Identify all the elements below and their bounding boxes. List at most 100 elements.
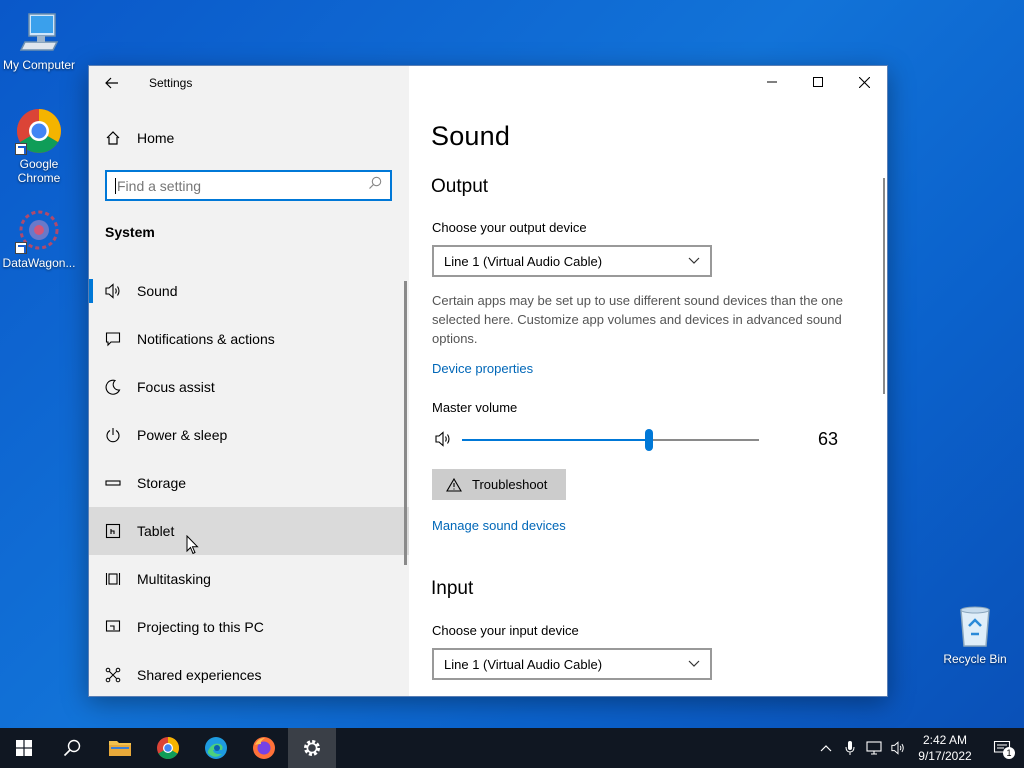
moon-icon [89,379,137,395]
desktop-icon-label: DataWagon... [2,256,76,270]
microphone-tray-button[interactable] [838,728,862,768]
volume-slider-track[interactable] [462,429,759,451]
computer-icon [15,8,63,56]
speaker-icon [891,741,904,755]
network-tray-button[interactable] [862,728,886,768]
shared-icon [89,667,137,683]
show-hidden-icons-button[interactable] [814,728,838,768]
sidebar-item-storage[interactable]: Storage [89,459,409,507]
search-box[interactable] [105,170,392,201]
volume-slider-fill [462,439,649,441]
taskbar-firefox[interactable] [240,728,288,768]
chevron-up-icon [820,745,832,752]
sidebar-item-sound[interactable]: Sound [89,267,409,315]
sidebar-item-notifications[interactable]: Notifications & actions [89,315,409,363]
system-tray: 2:42 AM 9/17/2022 1 [814,728,1024,768]
device-properties-link[interactable]: Device properties [432,361,533,376]
title-bar: Settings [89,66,409,100]
sidebar-item-label: Projecting to this PC [137,619,264,635]
sidebar-item-focus-assist[interactable]: Focus assist [89,363,409,411]
settings-window: Settings Home System Sound [88,65,888,697]
sidebar-item-label: Storage [137,475,187,491]
troubleshoot-button[interactable]: Troubleshoot [432,469,566,500]
sidebar-item-multitasking[interactable]: Multitasking [89,555,409,603]
sidebar-item-label: Shared experiences [137,667,262,683]
sidebar-item-label: Power & sleep [137,427,228,443]
sidebar-item-label: Tablet [137,523,175,539]
sidebar-item-label: Focus assist [137,379,215,395]
taskbar-chrome[interactable] [144,728,192,768]
sidebar-item-shared-experiences[interactable]: Shared experiences [89,651,409,696]
sidebar-item-label: Sound [137,283,178,299]
manage-sound-devices-link[interactable]: Manage sound devices [432,518,566,533]
folder-icon [109,741,131,756]
maximize-icon [813,77,823,87]
output-heading: Output [431,176,489,197]
input-heading: Input [431,578,474,599]
window-controls [749,66,887,98]
close-icon [858,76,870,88]
master-volume-label: Master volume [432,400,518,415]
clock-time: 2:42 AM [922,733,968,747]
clock[interactable]: 2:42 AM 9/17/2022 [910,732,980,764]
notification-count-badge: 1 [1003,747,1015,759]
network-icon [866,741,882,755]
desktop-icon-datawagon[interactable]: DataWagon... [0,206,78,270]
minimize-icon [767,81,777,83]
chrome-icon [157,737,179,759]
search-input[interactable] [117,177,368,194]
output-device-label: Choose your output device [432,220,587,235]
tablet-icon [89,523,137,539]
windows-logo-icon [16,740,32,756]
shortcut-arrow-icon [15,242,27,254]
content-pane: Sound Output Choose your output device L… [409,66,887,696]
section-heading: System [105,224,155,240]
taskbar: 2:42 AM 9/17/2022 1 [0,728,1024,768]
power-icon [89,427,137,443]
home-icon [89,130,137,146]
desktop-icon-google-chrome[interactable]: Google Chrome [0,107,78,185]
sidebar-item-label: Notifications & actions [137,331,275,347]
sidebar-item-tablet[interactable]: Tablet [89,507,409,555]
mouse-cursor-icon [186,534,200,560]
page-title: Sound [431,121,511,151]
output-device-dropdown[interactable]: Line 1 (Virtual Audio Cable) [432,245,712,277]
volume-slider-thumb[interactable] [645,429,653,451]
desktop-icon-my-computer[interactable]: My Computer [0,8,78,72]
taskbar-file-explorer[interactable] [96,728,144,768]
start-button[interactable] [0,728,48,768]
volume-tray-button[interactable] [886,728,910,768]
close-button[interactable] [841,66,887,98]
recycle-bin-icon [951,602,999,650]
taskbar-edge[interactable] [192,728,240,768]
notification-icon [89,331,137,347]
volume-icon[interactable] [434,431,452,452]
warning-icon [446,477,462,492]
sidebar-scrollbar[interactable] [404,281,407,565]
troubleshoot-label: Troubleshoot [472,477,548,492]
volume-value: 63 [818,429,839,449]
gear-icon [304,740,320,756]
maximize-button[interactable] [795,66,841,98]
content-scrollbar[interactable] [883,178,885,394]
action-center-button[interactable]: 1 [980,728,1024,768]
back-arrow-icon [105,77,118,89]
desktop-icon-recycle-bin[interactable]: Recycle Bin [936,602,1014,666]
edge-icon [205,737,227,759]
taskbar-settings[interactable] [288,728,336,768]
window-title: Settings [149,76,193,90]
text-caret [115,177,116,194]
chrome-icon [15,107,63,155]
projector-icon [89,619,137,635]
minimize-button[interactable] [749,66,795,98]
search-icon [368,176,382,195]
input-device-label: Choose your input device [432,623,579,638]
taskbar-search-button[interactable] [48,728,96,768]
sidebar: Settings Home System Sound [89,66,409,696]
home-button[interactable]: Home [89,122,409,154]
master-volume-row: 63 [432,428,852,452]
sidebar-item-projecting[interactable]: Projecting to this PC [89,603,409,651]
input-device-dropdown[interactable]: Line 1 (Virtual Audio Cable) [432,648,712,680]
back-button[interactable] [89,66,135,100]
sidebar-item-power-sleep[interactable]: Power & sleep [89,411,409,459]
